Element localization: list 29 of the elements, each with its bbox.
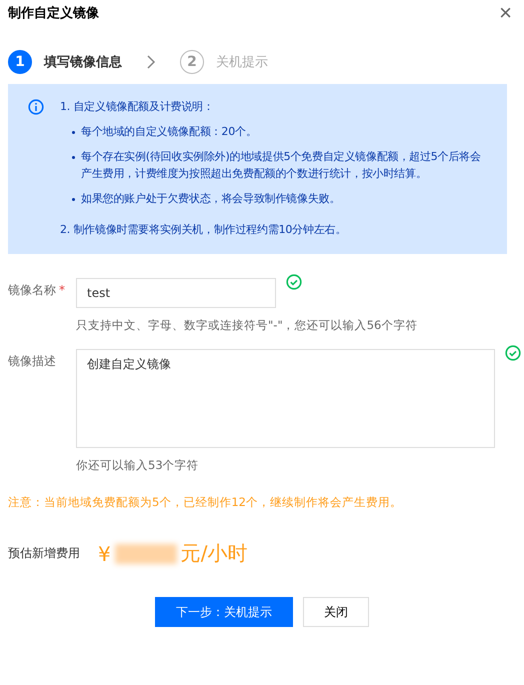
notice-text: 每个存在实例(待回收实例除外)的地域提供5个免费自定义镜像配额，超过5个后将会产生费用，计费维度为按照超出免费配额的个数进行统计，按小时结算。 [81,149,482,182]
step-number: 1 [8,50,32,74]
next-button[interactable]: 下一步：关机提示 [155,597,293,627]
bullet-icon [72,131,75,134]
dialog-title: 制作自定义镜像 [8,4,99,22]
warning-text: 注意：当前地域免费配额为5个，已经制作12个，继续制作将会产生费用。 [8,495,403,510]
field-hint: 只支持中文、字母、数字或连接符号"-"，您还可以输入56个字符 [76,318,418,333]
bullet-icon [72,198,75,201]
blurred-price [114,544,177,564]
notice-text: 如果您的账户处于欠费状态，将会导致制作镜像失败。 [81,191,340,207]
required-mark: * [59,283,65,297]
step-number: 2 [180,50,204,74]
field-label: 镜像名称 [8,283,56,297]
chevron-icon [146,54,156,70]
notice-text: 每个地域的自定义镜像配额：20个。 [81,124,257,140]
notice-text: 1. 自定义镜像配额及计费说明： [60,100,214,113]
name-input-field[interactable]: test [76,278,276,308]
currency-sign: ¥ [98,542,111,566]
bullet-icon [72,156,75,159]
notice-text: 2. 制作镜像时需要将实例关机，制作过程约需10分钟左右。 [60,223,346,236]
cost-label: 预估新增费用 [8,545,80,562]
step-label[interactable]: 填写镜像信息 [44,53,122,71]
price-unit: 元/小时 [180,540,248,567]
close-dialog-button[interactable]: 关闭 [303,597,369,627]
close-button[interactable]: × [499,2,512,24]
field-label: 镜像描述 [8,354,56,368]
description-field[interactable]: 创建自定义镜像 [76,349,495,448]
info-icon [28,99,44,115]
field-hint: 你还可以输入53个字符 [76,458,200,473]
